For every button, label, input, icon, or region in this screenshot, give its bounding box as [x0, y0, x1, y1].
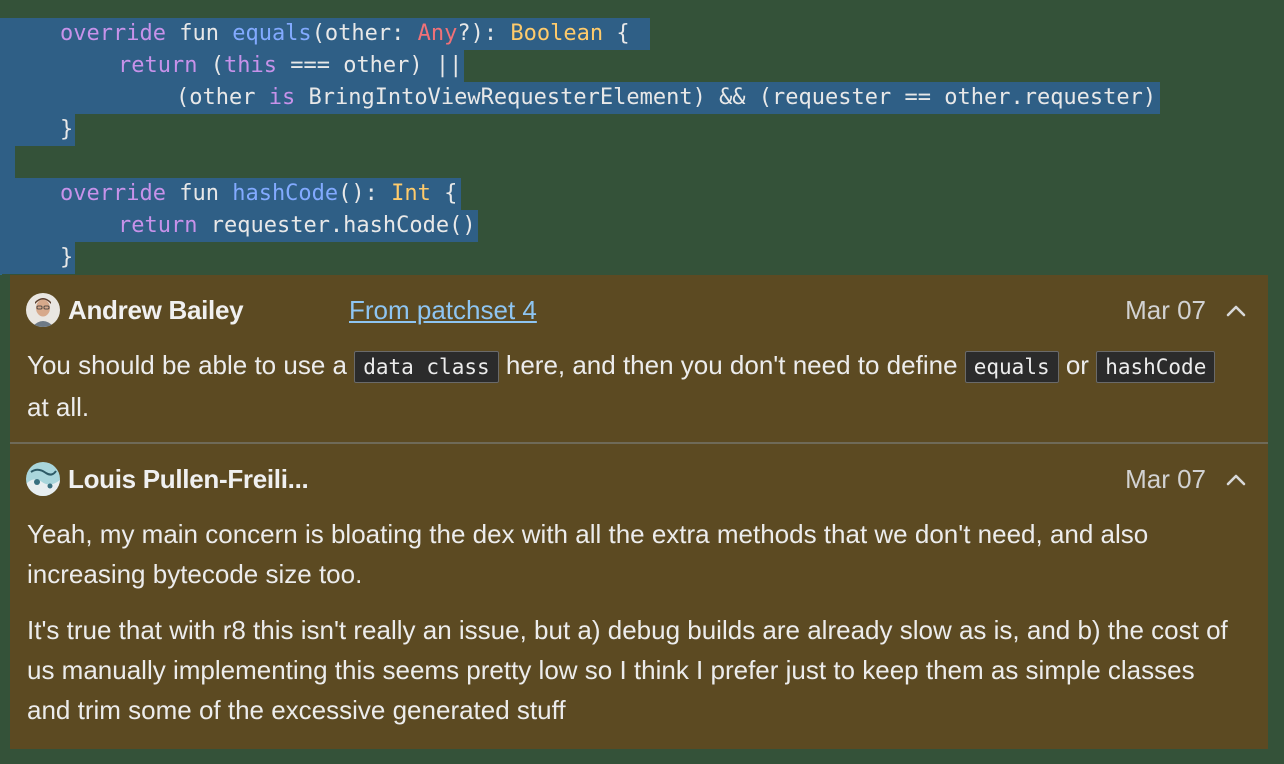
comment-author: Louis Pullen-Freili...: [68, 464, 309, 494]
code-line-7: }: [0, 242, 76, 274]
code-line-5: override fun hashCode(): Int {: [0, 178, 462, 210]
comment-body-paragraph: Yeah, my main concern is bloating the de…: [27, 519, 1149, 589]
comment: Andrew Bailey From patchset 4 Mar 07 You…: [10, 275, 1268, 444]
inline-code: equals: [964, 351, 1059, 383]
code-line-3: (other is BringIntoViewRequesterElement)…: [0, 82, 1161, 114]
comment-author: Andrew Bailey: [68, 295, 244, 325]
code-line-2: return (this === other) ||: [0, 50, 465, 82]
code-line-1: override fun equals(other: Any?): Boolea…: [0, 18, 650, 50]
inline-code: hashCode: [1096, 351, 1216, 383]
code-line-4: }: [0, 114, 76, 146]
chevron-up-icon[interactable]: [1224, 299, 1248, 323]
code-diff-view: override fun equals(other: Any?): Boolea…: [0, 0, 1284, 275]
inline-code: data class: [354, 351, 499, 383]
code-line-blank: [0, 146, 15, 178]
comment-header[interactable]: Andrew Bailey From patchset 4 Mar 07: [26, 293, 1252, 329]
code-line-6: return requester.hashCode(): [0, 210, 478, 242]
comment-thread: Andrew Bailey From patchset 4 Mar 07 You…: [10, 275, 1268, 751]
avatar-louis[interactable]: [26, 462, 60, 496]
avatar-andrew[interactable]: [26, 293, 60, 327]
chevron-up-icon[interactable]: [1224, 468, 1248, 492]
comment-body: You should be able to use a data class h…: [27, 345, 1244, 427]
code-area-bottom: [0, 749, 1284, 764]
comment-date: Mar 07: [1125, 295, 1206, 325]
patchset-link[interactable]: From patchset 4: [349, 293, 537, 327]
comment-header[interactable]: Louis Pullen-Freili... Mar 07: [26, 462, 1252, 498]
comment-date: Mar 07: [1125, 464, 1206, 494]
comment-body-paragraph: It's true that with r8 this isn't really…: [27, 615, 1228, 725]
comment: Louis Pullen-Freili... Mar 07 Yeah, my m…: [10, 444, 1268, 751]
